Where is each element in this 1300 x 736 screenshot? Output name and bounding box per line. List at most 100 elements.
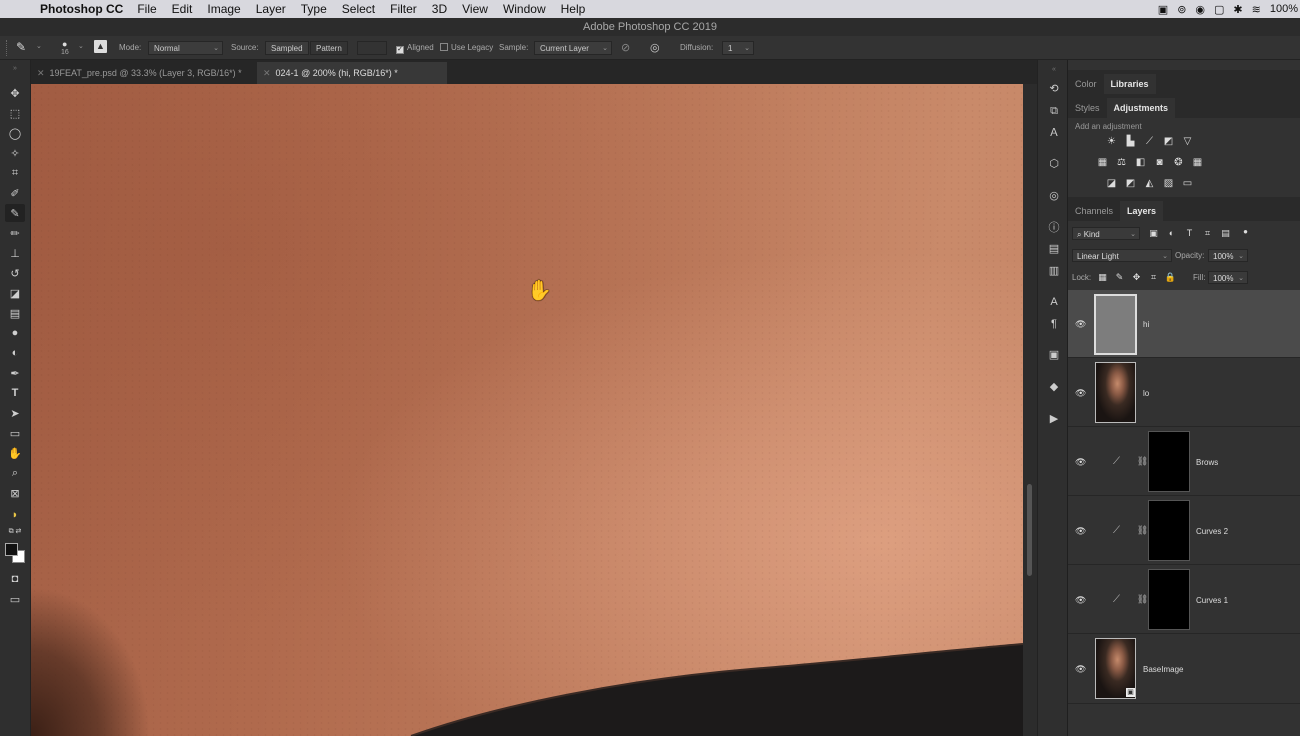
color-lookup-icon[interactable]: ▦ bbox=[1191, 157, 1204, 168]
pattern-picker[interactable] bbox=[357, 41, 387, 55]
layer-row-curves-2[interactable]: 👁 ⟋ ⛓ Curves 2 bbox=[1068, 496, 1300, 565]
lock-position-icon[interactable]: ✥ bbox=[1130, 272, 1143, 283]
exposure-icon[interactable]: ◩ bbox=[1162, 136, 1175, 147]
menu-edit[interactable]: Edit bbox=[172, 2, 193, 16]
path-selection-tool-icon[interactable]: ➤ bbox=[5, 404, 25, 422]
type-tool-icon[interactable]: T bbox=[5, 384, 25, 402]
menu-select[interactable]: Select bbox=[342, 2, 375, 16]
invert-icon[interactable]: ◪ bbox=[1105, 178, 1118, 189]
lock-transparency-icon[interactable]: ▦ bbox=[1096, 272, 1109, 283]
rectangle-tool-icon[interactable]: ▭ bbox=[5, 424, 25, 442]
blur-tool-icon[interactable]: ● bbox=[5, 324, 25, 342]
sample-select[interactable]: Current Layer ⌄ bbox=[534, 41, 612, 55]
lasso-tool-icon[interactable]: ◯ bbox=[5, 124, 25, 142]
menu-file[interactable]: File bbox=[137, 2, 156, 16]
measurement-panel-icon[interactable]: ◆ bbox=[1046, 379, 1062, 395]
opacity-field[interactable]: 100% ⌄ bbox=[1208, 249, 1248, 262]
fill-field[interactable]: 100% ⌄ bbox=[1208, 271, 1248, 284]
menu-filter[interactable]: Filter bbox=[390, 2, 417, 16]
navigator-panel-icon[interactable]: ◎ bbox=[1046, 188, 1062, 204]
menu-3d[interactable]: 3D bbox=[432, 2, 447, 16]
visibility-eye-icon[interactable]: 👁 bbox=[1075, 388, 1086, 399]
photo-filter-icon[interactable]: ◙ bbox=[1153, 157, 1166, 168]
document-canvas[interactable]: ✋ bbox=[31, 84, 1023, 736]
threshold-icon[interactable]: ◭ bbox=[1143, 178, 1156, 189]
tab-channels[interactable]: Channels bbox=[1068, 201, 1120, 221]
tab-layers[interactable]: Layers bbox=[1120, 201, 1164, 221]
layer-row-brows[interactable]: 👁 ⟋ ⛓ Brows bbox=[1068, 427, 1300, 496]
eyedropper-tool-icon[interactable]: ✐ bbox=[5, 184, 25, 202]
menu-layer[interactable]: Layer bbox=[256, 2, 286, 16]
pressure-size-icon[interactable]: ◎ bbox=[650, 41, 660, 55]
doc-tab-1[interactable]: ✕ 024-1 @ 200% (hi, RGB/16*) * bbox=[257, 62, 447, 84]
healing-brush-tool-icon[interactable]: ✎ bbox=[5, 204, 25, 222]
paragraph-panel-icon[interactable]: ¶ bbox=[1046, 316, 1062, 332]
lock-all-icon[interactable]: 🔒 bbox=[1164, 272, 1177, 283]
gradient-tool-icon[interactable]: ▤ bbox=[5, 304, 25, 322]
properties-panel-icon[interactable]: ▤ bbox=[1046, 241, 1062, 257]
black-white-icon[interactable]: ◧ bbox=[1134, 157, 1147, 168]
layer-mask-thumbnail[interactable] bbox=[1148, 431, 1190, 492]
history-panel-icon[interactable]: ⟲ bbox=[1046, 81, 1062, 97]
actions-panel-icon[interactable]: ▶ bbox=[1046, 411, 1062, 427]
info-panel-icon[interactable]: ⓘ bbox=[1046, 220, 1062, 236]
layer-row-hi[interactable]: 👁 hi bbox=[1068, 290, 1300, 358]
filter-smart-object-icon[interactable]: ▤ bbox=[1219, 228, 1232, 239]
close-icon[interactable]: ✕ bbox=[37, 68, 45, 78]
default-colors-icon[interactable]: ⧉ ⇄ bbox=[5, 526, 25, 536]
curves-icon[interactable]: ⟋ bbox=[1143, 136, 1156, 147]
pen-tool-icon[interactable]: ✒ bbox=[5, 364, 25, 382]
source-sampled-button[interactable]: Sampled bbox=[265, 41, 309, 55]
tool-preset-chevron-icon[interactable]: ⌄ bbox=[36, 40, 42, 54]
banana-icon[interactable]: ◗ bbox=[5, 506, 25, 524]
hand-tool-icon[interactable]: ✋ bbox=[5, 444, 25, 462]
dodge-tool-icon[interactable]: ◐ bbox=[5, 344, 25, 362]
healing-brush-icon[interactable]: ✎ bbox=[16, 40, 26, 54]
crop-tool-icon[interactable]: ⌗ bbox=[5, 164, 25, 182]
filter-toggle-icon[interactable]: ● bbox=[1239, 226, 1252, 237]
layer-mask-thumbnail[interactable] bbox=[1148, 569, 1190, 630]
clone-stamp-tool-icon[interactable]: ⊥ bbox=[5, 244, 25, 262]
brightness-contrast-icon[interactable]: ☀ bbox=[1105, 136, 1118, 147]
selective-color-icon[interactable]: ▨ bbox=[1162, 178, 1175, 189]
layer-mask-thumbnail[interactable] bbox=[1148, 500, 1190, 561]
artboard-tool-icon[interactable]: ⊠ bbox=[5, 484, 25, 502]
move-tool-icon[interactable]: ✥ bbox=[5, 84, 25, 102]
filter-pixel-icon[interactable]: ▣ bbox=[1147, 228, 1160, 239]
menu-image[interactable]: Image bbox=[207, 2, 240, 16]
levels-icon[interactable]: ▙ bbox=[1124, 136, 1137, 147]
gradient-map-icon[interactable]: ▭ bbox=[1181, 178, 1194, 189]
doc-tab-0[interactable]: ✕ 19FEAT_pre.psd @ 33.3% (Layer 3, RGB/16… bbox=[31, 62, 257, 84]
clone-source-panel-icon[interactable]: ▲ bbox=[94, 40, 107, 53]
character-styles-icon[interactable]: Ａ bbox=[1046, 125, 1062, 141]
sync-icon[interactable]: ⊚ bbox=[1177, 3, 1186, 16]
marquee-tool-icon[interactable]: ⬚ bbox=[5, 104, 25, 122]
ignore-adjustment-layers-icon[interactable]: ⊘ bbox=[621, 41, 630, 55]
notes-panel-icon[interactable]: ▥ bbox=[1046, 263, 1062, 279]
use-legacy-checkbox[interactable]: Use Legacy bbox=[440, 41, 493, 55]
visibility-eye-icon[interactable]: 👁 bbox=[1075, 457, 1086, 468]
visibility-eye-icon[interactable]: 👁 bbox=[1075, 664, 1086, 675]
visibility-eye-icon[interactable]: 👁 bbox=[1075, 595, 1086, 606]
toolbar-collapse-icon[interactable]: » bbox=[5, 64, 25, 72]
strip-collapse-icon[interactable]: « bbox=[1046, 62, 1062, 73]
quick-selection-tool-icon[interactable]: ✧ bbox=[5, 144, 25, 162]
menu-type[interactable]: Type bbox=[301, 2, 327, 16]
wifi-icon[interactable]: ≋ bbox=[1252, 3, 1261, 16]
mode-select[interactable]: Normal ⌄ bbox=[148, 41, 223, 55]
quick-mask-icon[interactable]: ◘ bbox=[5, 570, 25, 588]
screen-record-icon[interactable]: ▣ bbox=[1158, 3, 1168, 16]
scrollbar-thumb[interactable] bbox=[1027, 484, 1032, 576]
blend-mode-select[interactable]: Linear Light ⌄ bbox=[1072, 249, 1172, 262]
layer-row-lo[interactable]: 👁 lo bbox=[1068, 358, 1300, 427]
brush-chevron-icon[interactable]: ⌄ bbox=[78, 40, 84, 54]
menu-window[interactable]: Window bbox=[503, 2, 546, 16]
menu-app-name[interactable]: Photoshop CC bbox=[40, 2, 123, 16]
history-brush-tool-icon[interactable]: ↺ bbox=[5, 264, 25, 282]
screen-mode-icon[interactable]: ▭ bbox=[5, 590, 25, 608]
bluetooth-icon[interactable]: ✱ bbox=[1233, 3, 1242, 16]
zoom-tool-icon[interactable]: ⌕ bbox=[5, 464, 25, 482]
vibrance-icon[interactable]: ▽ bbox=[1181, 136, 1194, 147]
menu-help[interactable]: Help bbox=[561, 2, 586, 16]
channel-mixer-icon[interactable]: ❂ bbox=[1172, 157, 1185, 168]
